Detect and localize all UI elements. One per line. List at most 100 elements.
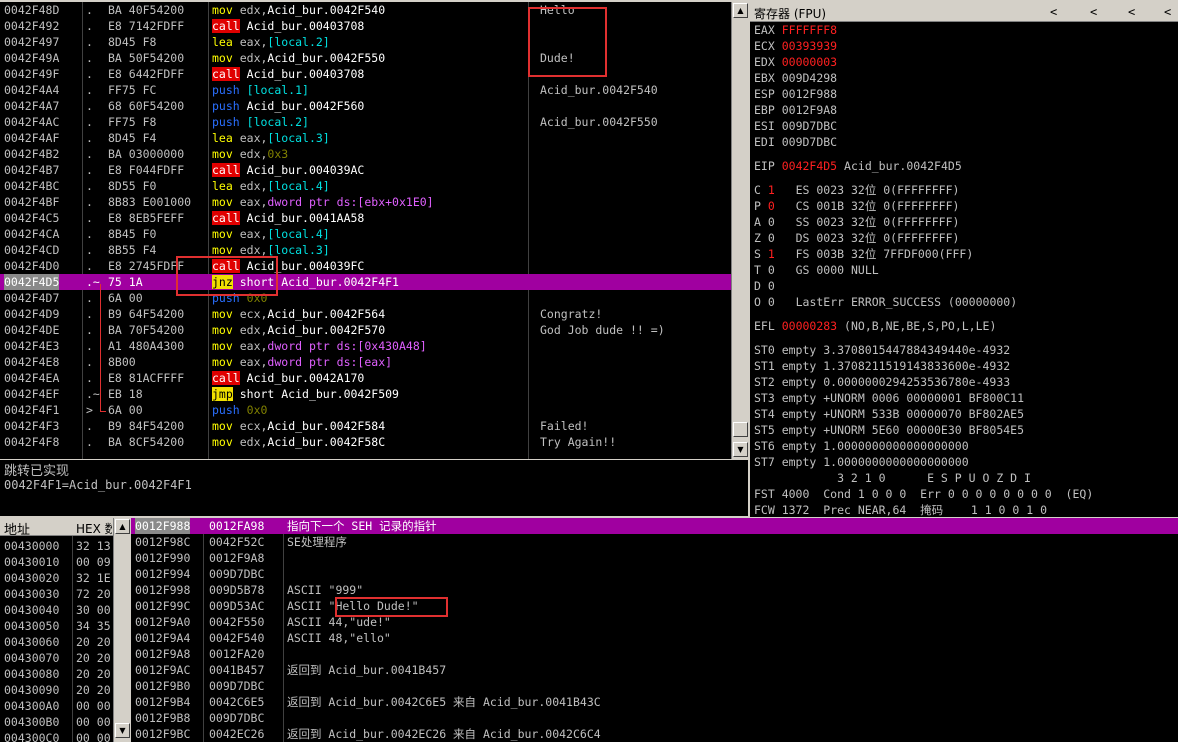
fpu-row[interactable]: ST6 empty 1.0000000000000000000 — [754, 438, 969, 454]
stack-row[interactable]: 0012F99C 009D53AC ASCII "Hello Dude!" — [131, 598, 1178, 614]
register-edx[interactable]: EDX 00000003 — [754, 54, 837, 70]
register-esp[interactable]: ESP 0012F988 — [754, 86, 837, 102]
flag-row[interactable]: C 1 ES 0023 32位 0(FFFFFFFF) — [754, 182, 959, 198]
stack-pane[interactable]: 0012F988 0012FA98 指向下一个 SEH 记录的指针 0012F98C 0… — [131, 518, 1178, 742]
disasm-row[interactable]: 0042F4F3. B9 84F54200 mov ecx,Acid_bur.004… — [0, 418, 731, 434]
fpu-row[interactable]: ST3 empty +UNORM 0006 00000001 BF800C11 — [754, 390, 1024, 406]
flag-row[interactable]: S 1 FS 003B 32位 7FFDF000(FFF) — [754, 246, 973, 262]
disasm-row[interactable]: 0042F48D. BA 40F54200 mov edx,Acid_bur.004… — [0, 2, 731, 18]
disassembly-pane[interactable]: 0042F48D. BA 40F54200 mov edx,Acid_bur.004… — [0, 2, 731, 459]
dump-pane[interactable]: 00430000 32 13 00430010 00 09 00430020 32 1E 0… — [0, 536, 113, 742]
dump-scrollbar[interactable]: ▲ ▼ — [113, 518, 130, 742]
register-esi[interactable]: ESI 009D7DBC — [754, 118, 837, 134]
fpu-row[interactable]: FCW 1372 Prec NEAR,64 掩码 1 1 0 0 1 0 — [754, 502, 1047, 517]
disassembly-scrollbar[interactable]: ▲ ▼ — [731, 2, 748, 459]
disasm-row[interactable]: 0042F492. E8 7142FDFF call Acid_bur.004037… — [0, 18, 731, 34]
disasm-row[interactable]: 0042F497. 8D45 F8 lea eax,[local.2] — [0, 34, 731, 50]
scroll-up-icon[interactable]: ▲ — [733, 3, 748, 18]
disasm-row[interactable]: 0042F4AF. 8D45 F4 lea eax,[local.3] — [0, 130, 731, 146]
dump-row[interactable]: 00430000 32 13 — [0, 538, 113, 554]
stack-row[interactable]: 0012F9A8 0012FA20 — [131, 646, 1178, 662]
disasm-row[interactable]: 0042F4D5 .~ 75 1A jnz short Acid_bur.0042F4… — [0, 274, 731, 290]
flag-row[interactable]: T 0 GS 0000 NULL — [754, 262, 879, 278]
flag-row[interactable]: D 0 — [754, 278, 796, 294]
disasm-row[interactable]: 0042F4EA. E8 81ACFFFF call Acid_bur.0042A1… — [0, 370, 731, 386]
stack-row[interactable]: 0012F994 009D7DBC — [131, 566, 1178, 582]
dump-row[interactable]: 00430070 20 20 — [0, 650, 113, 666]
dump-row[interactable]: 00430010 00 09 — [0, 554, 113, 570]
flag-row[interactable]: A 0 SS 0023 32位 0(FFFFFFFF) — [754, 214, 959, 230]
disasm-marker: . — [86, 163, 93, 177]
stack-row[interactable]: 0012F998 009D5B78 ASCII "999" — [131, 582, 1178, 598]
disasm-row[interactable]: 0042F4A4. FF75 FC push [local.1] Acid_bur.0… — [0, 82, 731, 98]
dump-row[interactable]: 00430050 34 35 — [0, 618, 113, 634]
disasm-row[interactable]: 0042F4D7. 6A 00 push 0x0 — [0, 290, 731, 306]
disasm-row[interactable]: 0042F4A7. 68 60F54200 push Acid_bur.0042F5… — [0, 98, 731, 114]
nav-left-icon[interactable]: < — [1050, 5, 1057, 19]
dump-row[interactable]: 00430020 32 1E — [0, 570, 113, 586]
disasm-row[interactable]: 0042F4B7. E8 F044FDFF call Acid_bur.004039… — [0, 162, 731, 178]
disasm-row[interactable]: 0042F4CD. 8B55 F4 mov edx,[local.3] — [0, 242, 731, 258]
register-edi[interactable]: EDI 009D7DBC — [754, 134, 837, 150]
fpu-row[interactable]: 3 2 1 0 E S P U O Z D I — [754, 470, 1031, 486]
flag-row[interactable]: Z 0 DS 0023 32位 0(FFFFFFFF) — [754, 230, 959, 246]
flag-row[interactable]: P 0 CS 001B 32位 0(FFFFFFFF) — [754, 198, 959, 214]
disasm-row[interactable]: 0042F4DE. BA 70F54200 mov edx,Acid_bur.004… — [0, 322, 731, 338]
fpu-row[interactable]: ST2 empty 0.0000000294253536780e-4933 — [754, 374, 1010, 390]
nav-left-icon[interactable]: < — [1128, 5, 1135, 19]
disasm-row[interactable]: 0042F4D0. E8 2745FDFF call Acid_bur.004039… — [0, 258, 731, 274]
fpu-row[interactable]: ST0 empty 3.3708015447884349440e-4932 — [754, 342, 1010, 358]
stack-row[interactable]: 0012F9B8 009D7DBC — [131, 710, 1178, 726]
dump-row[interactable]: 00430030 72 20 — [0, 586, 113, 602]
register-ebp[interactable]: EBP 0012F9A8 — [754, 102, 837, 118]
scroll-down-icon[interactable]: ▼ — [115, 723, 130, 738]
disasm-row[interactable]: 0042F49A. BA 50F54200 mov edx,Acid_bur.004… — [0, 50, 731, 66]
register-ecx[interactable]: ECX 00393939 — [754, 38, 837, 54]
register-ebx[interactable]: EBX 009D4298 — [754, 70, 837, 86]
scroll-thumb[interactable] — [733, 422, 748, 437]
disasm-row[interactable]: 0042F4CA. 8B45 F0 mov eax,[local.4] — [0, 226, 731, 242]
nav-left-icon[interactable]: < — [1164, 5, 1171, 19]
registers-pane[interactable]: EAX FFFFFFF8 ECX 00393939 EDX 00000003 EBX … — [750, 22, 1178, 517]
dump-row[interactable]: 00430060 20 20 — [0, 634, 113, 650]
disasm-row[interactable]: 0042F4BF. 8B83 E001000 mov eax,dword ptr d… — [0, 194, 731, 210]
stack-row[interactable]: 0012F9B4 0042C6E5 返回到 Acid_bur.0042C6E5 来自… — [131, 694, 1178, 710]
scroll-up-icon[interactable]: ▲ — [115, 519, 130, 534]
register-eip[interactable]: EIP 0042F4D5 Acid_bur.0042F4D5 — [754, 158, 962, 174]
disasm-row[interactable]: 0042F4AC. FF75 F8 push [local.2] Acid_bur.0… — [0, 114, 731, 130]
disasm-row[interactable]: 0042F4BC. 8D55 F0 lea edx,[local.4] — [0, 178, 731, 194]
dump-row[interactable]: 00430090 20 20 — [0, 682, 113, 698]
dump-row[interactable]: 004300A0 00 00 — [0, 698, 113, 714]
stack-row[interactable]: 0012F98C 0042F52C SE处理程序 — [131, 534, 1178, 550]
fpu-row[interactable]: ST4 empty +UNORM 533B 00000070 BF802AE5 — [754, 406, 1024, 422]
fpu-row[interactable]: ST7 empty 1.0000000000000000000 — [754, 454, 969, 470]
disasm-row[interactable]: 0042F4F8. BA 8CF54200 mov edx,Acid_bur.004… — [0, 434, 731, 450]
flag-row[interactable]: O 0 LastErr ERROR_SUCCESS (00000000) — [754, 294, 1017, 310]
disasm-row[interactable]: 0042F49F. E8 6442FDFF call Acid_bur.004037… — [0, 66, 731, 82]
stack-row[interactable]: 0012F9AC 0041B457 返回到 Acid_bur.0041B457 — [131, 662, 1178, 678]
fpu-row[interactable]: FST 4000 Cond 1 0 0 0 Err 0 0 0 0 0 0 0 … — [754, 486, 1093, 502]
fpu-row[interactable]: ST1 empty 1.3708211519143833600e-4932 — [754, 358, 1010, 374]
dump-row[interactable]: 004300B0 00 00 — [0, 714, 113, 730]
disasm-row[interactable]: 0042F4EF .~ EB 18 jmp short Acid_bur.0042F5… — [0, 386, 731, 402]
nav-left-icon[interactable]: < — [1090, 5, 1097, 19]
stack-row[interactable]: 0012F990 0012F9A8 — [131, 550, 1178, 566]
disasm-row[interactable]: 0042F4C5. E8 8EB5FEFF call Acid_bur.0041AA… — [0, 210, 731, 226]
register-eax[interactable]: EAX FFFFFFF8 — [754, 22, 837, 38]
stack-row[interactable]: 0012F9B0 009D7DBC — [131, 678, 1178, 694]
stack-row[interactable]: 0012F9A0 0042F550 ASCII 44,"ude!" — [131, 614, 1178, 630]
dump-row[interactable]: 00430080 20 20 — [0, 666, 113, 682]
fpu-row[interactable]: ST5 empty +UNORM 5E60 00000E30 BF8054E5 — [754, 422, 1024, 438]
disasm-row[interactable]: 0042F4F1 >6A 00 push 0x0 — [0, 402, 731, 418]
stack-row[interactable]: 0012F9A4 0042F540 ASCII 48,"ello" — [131, 630, 1178, 646]
stack-row[interactable]: 0012F988 0012FA98 指向下一个 SEH 记录的指针 — [131, 518, 1178, 534]
disasm-row[interactable]: 0042F4D9. B9 64F54200 mov ecx,Acid_bur.004… — [0, 306, 731, 322]
stack-row[interactable]: 0012F9BC 0042EC26 返回到 Acid_bur.0042EC26 来自… — [131, 726, 1178, 742]
register-efl[interactable]: EFL 00000283 (NO,B,NE,BE,S,PO,L,LE) — [754, 318, 996, 334]
disasm-row[interactable]: 0042F4E3. A1 480A4300 mov eax,dword ptr ds… — [0, 338, 731, 354]
scroll-down-icon[interactable]: ▼ — [733, 442, 748, 457]
disasm-row[interactable]: 0042F4B2. BA 03000000 mov edx,0x3 — [0, 146, 731, 162]
dump-row[interactable]: 004300C0 00 00 — [0, 730, 113, 742]
dump-row[interactable]: 00430040 30 00 — [0, 602, 113, 618]
disasm-row[interactable]: 0042F4E8. 8B00 mov eax,dword ptr ds:[eax] — [0, 354, 731, 370]
